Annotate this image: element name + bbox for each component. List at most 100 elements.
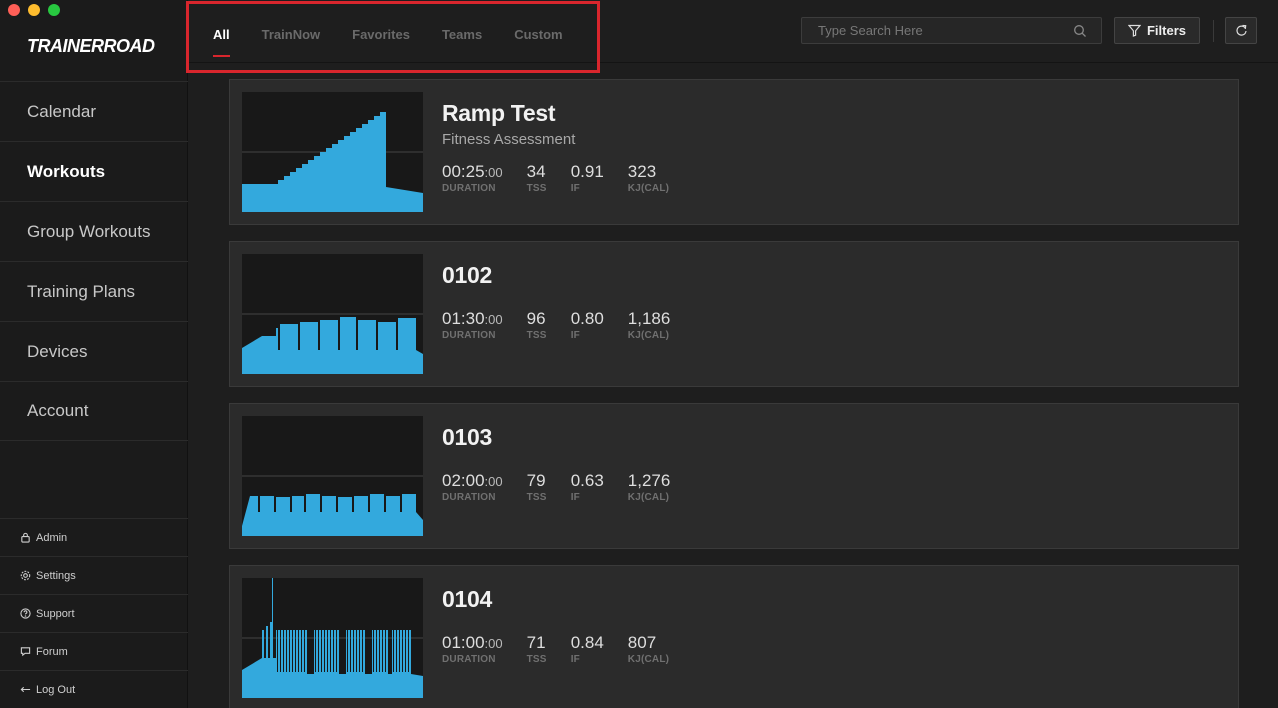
workout-stats: 02:00:00 DURATION 79 TSS 0.63 IF 1,276 K… <box>442 471 694 503</box>
sidebar-item-settings[interactable]: Settings <box>0 556 188 594</box>
if-label: IF <box>570 492 580 503</box>
top-bar: All TrainNow Favorites Teams Custom Filt… <box>186 0 1278 73</box>
close-window-button[interactable] <box>8 4 20 16</box>
lock-icon <box>21 532 30 543</box>
stat-if: 0.84 IF <box>571 633 604 665</box>
duration-value: 01:30 <box>442 309 485 328</box>
endurance-profile <box>242 475 423 536</box>
workout-card[interactable]: 0103 02:00:00 DURATION 79 TSS 0.63 IF 1,… <box>229 403 1239 549</box>
stat-if: 0.63 IF <box>571 471 604 503</box>
sidebar-item-label: Support <box>36 607 75 620</box>
duration-seconds: :00 <box>484 165 503 180</box>
sidebar-item-forum[interactable]: Forum <box>0 632 188 670</box>
if-value: 0.63 <box>570 471 604 490</box>
sidebar-nav: Calendar Workouts Group Workouts Trainin… <box>0 81 188 441</box>
refresh-button[interactable] <box>1225 17 1257 44</box>
kj-label: KJ(CAL) <box>627 330 670 341</box>
search-box <box>801 17 1102 44</box>
stat-tss: 96 TSS <box>527 309 547 341</box>
tss-value: 96 <box>526 309 546 328</box>
workout-stats: 00:25:00 DURATION 34 TSS 0.91 IF 323 KJ(… <box>442 162 693 194</box>
workout-title: 0103 <box>442 424 492 450</box>
tss-value: 71 <box>526 633 546 652</box>
workout-profile-graph <box>242 254 423 374</box>
workout-subtitle: Fitness Assessment <box>442 131 576 148</box>
interval-profile <box>242 313 423 374</box>
workout-title: Ramp Test <box>442 100 556 126</box>
tab-custom[interactable]: Custom <box>514 27 562 50</box>
duration-seconds: :00 <box>484 474 503 489</box>
duration-seconds: :00 <box>484 636 503 651</box>
tab-trainnow[interactable]: TrainNow <box>262 27 321 50</box>
stat-kj: 323 KJ(CAL) <box>628 162 669 194</box>
stat-duration: 00:25:00 DURATION <box>442 162 503 194</box>
filters-label: Filters <box>1146 23 1186 38</box>
sidebar-item-group-workouts[interactable]: Group Workouts <box>0 201 188 261</box>
stat-kj: 807 KJ(CAL) <box>628 633 669 665</box>
arrow-left-icon <box>20 686 31 693</box>
sidebar-item-support[interactable]: Support <box>0 594 188 632</box>
sidebar: TRAINERROAD Calendar Workouts Group Work… <box>0 0 188 708</box>
kj-value: 1,276 <box>627 471 671 490</box>
chat-icon <box>20 647 31 657</box>
stat-duration: 02:00:00 DURATION <box>442 471 503 503</box>
workout-title: 0104 <box>442 586 492 612</box>
tss-value: 79 <box>526 471 546 490</box>
filters-button[interactable]: Filters <box>1114 17 1200 44</box>
if-value: 0.84 <box>570 633 604 652</box>
window-controls <box>8 4 60 16</box>
duration-label: DURATION <box>442 183 496 194</box>
tab-favorites[interactable]: Favorites <box>352 27 410 50</box>
refresh-icon <box>1235 24 1247 36</box>
search-icon[interactable] <box>1073 24 1087 38</box>
sidebar-utility: Admin Settings Support Forum Log Out <box>0 518 188 708</box>
workout-stats: 01:00:00 DURATION 71 TSS 0.84 IF 807 KJ(… <box>442 633 693 665</box>
minimize-window-button[interactable] <box>28 4 40 16</box>
stat-duration: 01:00:00 DURATION <box>442 633 503 665</box>
duration-label: DURATION <box>442 330 496 341</box>
filter-icon <box>1127 24 1141 37</box>
sidebar-item-workouts[interactable]: Workouts <box>0 141 188 201</box>
workout-tabs: All TrainNow Favorites Teams Custom <box>213 27 595 57</box>
workout-profile-graph <box>242 578 423 698</box>
if-value: 0.80 <box>570 309 604 328</box>
workout-info: Ramp Test Fitness Assessment 00:25:00 DU… <box>442 100 693 194</box>
duration-seconds: :00 <box>484 312 503 327</box>
sidebar-item-label: Forum <box>36 645 68 658</box>
kj-value: 1,186 <box>627 309 671 328</box>
workout-profile-graph <box>242 416 423 536</box>
sidebar-item-calendar[interactable]: Calendar <box>0 81 188 141</box>
workout-card[interactable]: 0104 01:00:00 DURATION 71 TSS 0.84 IF 80… <box>229 565 1239 708</box>
tss-value: 34 <box>526 162 546 181</box>
workout-info: 0102 01:30:00 DURATION 96 TSS 0.80 IF 1,… <box>442 262 694 341</box>
workout-card[interactable]: Ramp Test Fitness Assessment 00:25:00 DU… <box>229 79 1239 225</box>
stat-if: 0.80 IF <box>571 309 604 341</box>
sprint-profile <box>242 578 423 698</box>
workout-list: Ramp Test Fitness Assessment 00:25:00 DU… <box>229 79 1239 708</box>
workout-card[interactable]: 0102 01:30:00 DURATION 96 TSS 0.80 IF 1,… <box>229 241 1239 387</box>
sidebar-item-logout[interactable]: Log Out <box>0 670 188 708</box>
workout-info: 0104 01:00:00 DURATION 71 TSS 0.84 IF 80… <box>442 586 693 665</box>
stat-tss: 79 TSS <box>527 471 547 503</box>
workout-profile-graph <box>242 92 423 212</box>
toolbar-divider <box>1213 20 1214 42</box>
stat-duration: 01:30:00 DURATION <box>442 309 503 341</box>
gear-icon <box>20 570 31 581</box>
sidebar-item-admin[interactable]: Admin <box>0 518 188 556</box>
if-value: 0.91 <box>570 162 604 181</box>
search-input[interactable] <box>802 18 1062 43</box>
workout-stats: 01:30:00 DURATION 96 TSS 0.80 IF 1,186 K… <box>442 309 694 341</box>
tab-teams[interactable]: Teams <box>442 27 482 50</box>
sidebar-item-devices[interactable]: Devices <box>0 321 188 381</box>
question-icon <box>20 608 31 619</box>
stat-tss: 71 TSS <box>527 633 547 665</box>
sidebar-item-training-plans[interactable]: Training Plans <box>0 261 188 321</box>
sidebar-item-label: Log Out <box>36 683 76 696</box>
if-label: IF <box>570 183 580 194</box>
ramp-profile <box>242 112 423 212</box>
tab-all[interactable]: All <box>213 27 230 57</box>
zoom-window-button[interactable] <box>48 4 60 16</box>
app-window: TRAINERROAD Calendar Workouts Group Work… <box>0 0 1278 708</box>
sidebar-item-account[interactable]: Account <box>0 381 188 441</box>
duration-value: 02:00 <box>442 471 485 490</box>
